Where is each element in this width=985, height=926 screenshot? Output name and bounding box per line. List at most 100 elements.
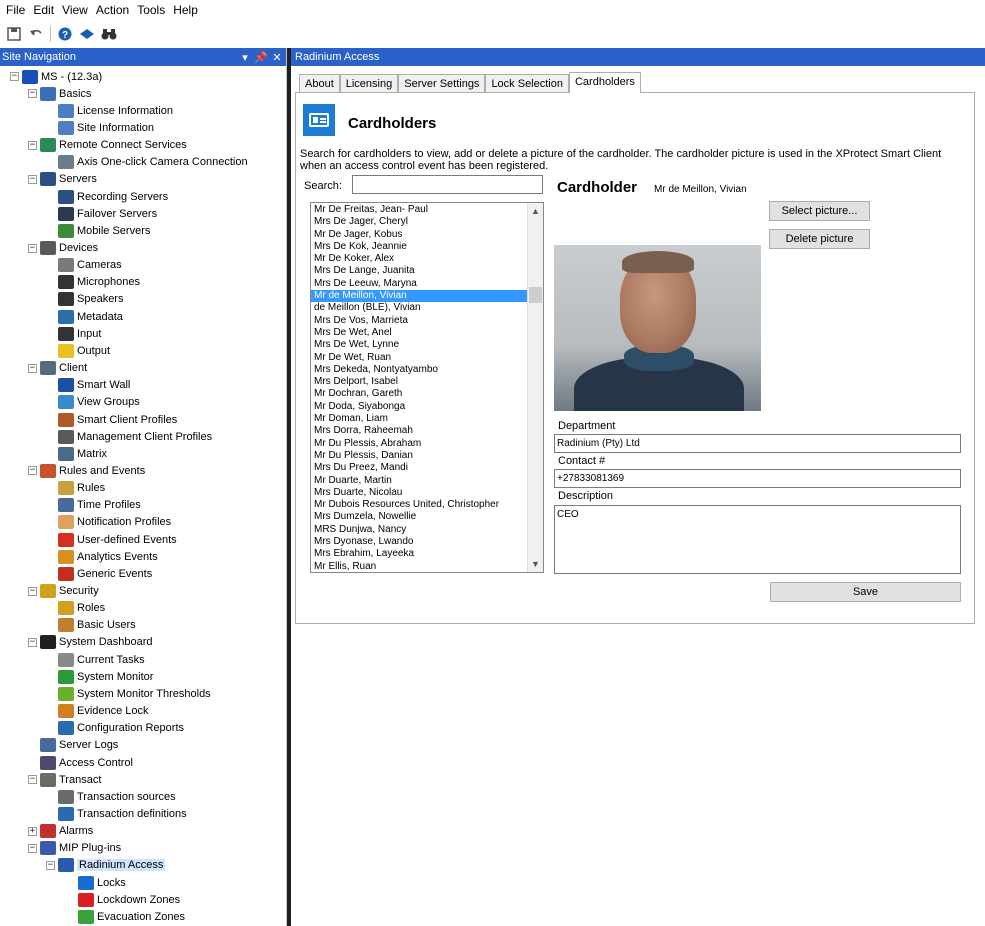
tree-item-analytics-events[interactable]: Analytics Events <box>58 548 158 565</box>
list-item[interactable]: Mr Dubois Resources United, Christopher <box>311 499 529 511</box>
contact-field[interactable]: +27833081369 <box>554 469 961 488</box>
delete-picture-button[interactable]: Delete picture <box>769 229 870 249</box>
tree-item-evacuation-zones[interactable]: Evacuation Zones <box>78 908 185 925</box>
tree-item-current-tasks[interactable]: Current Tasks <box>58 651 145 668</box>
tree-item-license-information[interactable]: License Information <box>58 102 173 119</box>
tab-lock-selection[interactable]: Lock Selection <box>485 74 569 93</box>
collapse-icon[interactable]: − <box>28 140 37 150</box>
binoculars-icon[interactable] <box>101 26 117 42</box>
tree-item-mip-plug-ins[interactable]: − MIP Plug-ins <box>28 840 121 857</box>
tree-item-configuration-reports[interactable]: Configuration Reports <box>58 720 184 737</box>
list-item[interactable]: Mr Du Plessis, Danian <box>311 450 529 462</box>
tree-item-ms-12-3a[interactable]: − MS - (12.3a) <box>10 68 102 85</box>
list-item[interactable]: Mr Doda, Siyabonga <box>311 401 529 413</box>
collapse-icon[interactable]: − <box>28 843 37 853</box>
tab-cardholders[interactable]: Cardholders <box>568 72 641 93</box>
list-item[interactable]: Mr De Jager, Kobus <box>311 229 529 241</box>
tree-item-microphones[interactable]: Microphones <box>58 274 140 291</box>
scroll-down-icon[interactable]: ▼ <box>528 556 543 572</box>
list-item[interactable]: Mrs Delport, Isabel <box>311 376 529 388</box>
list-item[interactable]: Mrs De Vos, Marrieta <box>311 315 529 327</box>
list-item[interactable]: Mrs De Jager, Cheryl <box>311 216 529 228</box>
tree-item-smart-wall[interactable]: Smart Wall <box>58 377 130 394</box>
list-item[interactable]: MRS Dunjwa, Nancy <box>311 524 529 536</box>
help-icon[interactable]: ? <box>57 26 73 42</box>
tree-item-basics[interactable]: − Basics <box>28 85 91 102</box>
tree-item-generic-events[interactable]: Generic Events <box>58 565 152 582</box>
tree-item-cameras[interactable]: Cameras <box>58 257 122 274</box>
list-item[interactable]: Mrs Dyonase, Lwando <box>311 536 529 548</box>
tab-server-settings[interactable]: Server Settings <box>398 74 486 93</box>
list-item[interactable]: Mr De Wet, Ruan <box>311 352 529 364</box>
tree-item-notification-profiles[interactable]: Notification Profiles <box>58 514 171 531</box>
list-item[interactable]: Mrs De Wet, Lynne <box>311 339 529 351</box>
export-icon[interactable] <box>79 26 95 42</box>
tree-item-transact[interactable]: − Transact <box>28 771 101 788</box>
list-item[interactable]: Mrs Dumzela, Nowellie <box>311 511 529 523</box>
save-icon[interactable] <box>6 26 22 42</box>
tree-item-failover-servers[interactable]: Failover Servers <box>58 205 157 222</box>
tree-item-system-monitor[interactable]: System Monitor <box>58 668 153 685</box>
collapse-icon[interactable]: − <box>28 89 37 99</box>
collapse-icon[interactable]: − <box>46 860 55 870</box>
pin-icon[interactable]: 📌 <box>254 51 268 64</box>
tree-item-user-defined-events[interactable]: User-defined Events <box>58 531 177 548</box>
tree-item-time-profiles[interactable]: Time Profiles <box>58 497 141 514</box>
description-field[interactable]: CEO <box>554 505 961 574</box>
tree-item-rules[interactable]: Rules <box>58 480 105 497</box>
cardholder-list[interactable]: Mr De Freitas, Jean- Paul Mrs De Jager, C… <box>310 202 544 573</box>
list-item[interactable]: de Meillon (BLE), Vivian <box>311 302 529 314</box>
tree-item-speakers[interactable]: Speakers <box>58 291 123 308</box>
list-item[interactable]: Mrs De Wet, Anel <box>311 327 529 339</box>
close-icon[interactable]: ✕ <box>270 51 284 64</box>
department-field[interactable]: Radinium (Pty) Ltd <box>554 434 961 453</box>
collapse-icon[interactable]: − <box>28 637 37 647</box>
collapse-icon[interactable]: − <box>28 775 37 785</box>
tree-item-management-client-profiles[interactable]: Management Client Profiles <box>58 428 212 445</box>
tree-item-evidence-lock[interactable]: Evidence Lock <box>58 703 149 720</box>
tree-item-site-information[interactable]: Site Information <box>58 119 154 136</box>
tab-about[interactable]: About <box>299 74 340 93</box>
tree-item-axis-one-click-camera-connection[interactable]: Axis One-click Camera Connection <box>58 154 248 171</box>
tree-item-lockdown-zones[interactable]: Lockdown Zones <box>78 891 180 908</box>
save-button[interactable]: Save <box>770 582 961 602</box>
tree-item-devices[interactable]: − Devices <box>28 240 98 257</box>
menu-action[interactable]: Action <box>96 3 129 17</box>
list-item[interactable]: Mrs Dorra, Raheemah <box>311 425 529 437</box>
undo-icon[interactable] <box>28 26 44 42</box>
list-item[interactable]: Mrs Du Preez, Mandi <box>311 462 529 474</box>
tree-item-basic-users[interactable]: Basic Users <box>58 617 136 634</box>
tree-item-metadata[interactable]: Metadata <box>58 308 123 325</box>
list-item[interactable]: Mr Ellis, Ruan <box>311 561 529 572</box>
list-item[interactable]: Mrs De Kok, Jeannie <box>311 241 529 253</box>
collapse-icon[interactable]: − <box>28 243 37 253</box>
list-scrollbar[interactable]: ▲ ▼ <box>527 203 543 572</box>
tree-item-access-control[interactable]: Access Control <box>40 754 133 771</box>
tree-item-roles[interactable]: Roles <box>58 600 105 617</box>
tree-item-servers[interactable]: − Servers <box>28 171 97 188</box>
tree-item-alarms[interactable]: + Alarms <box>28 823 93 840</box>
tree-item-transaction-definitions[interactable]: Transaction definitions <box>58 805 187 822</box>
list-item[interactable]: Mr Du Plessis, Abraham <box>311 438 529 450</box>
list-item[interactable]: Mr Duarte, Martin <box>311 475 529 487</box>
menu-edit[interactable]: Edit <box>33 3 54 17</box>
tree-item-matrix[interactable]: Matrix <box>58 445 107 462</box>
list-item[interactable]: Mr De Freitas, Jean- Paul <box>311 204 529 216</box>
select-picture-button[interactable]: Select picture... <box>769 201 870 221</box>
list-item[interactable]: Mrs De Leeuw, Maryna <box>311 278 529 290</box>
scroll-up-icon[interactable]: ▲ <box>528 203 543 219</box>
tree-item-recording-servers[interactable]: Recording Servers <box>58 188 168 205</box>
tree-item-input[interactable]: Input <box>58 325 101 342</box>
expand-icon[interactable]: + <box>28 826 37 836</box>
search-input[interactable] <box>352 175 543 194</box>
tree-item-system-monitor-thresholds[interactable]: System Monitor Thresholds <box>58 685 211 702</box>
menu-tools[interactable]: Tools <box>137 3 165 17</box>
tree-item-locks[interactable]: Locks <box>78 874 126 891</box>
list-item[interactable]: Mrs Duarte, Nicolau <box>311 487 529 499</box>
list-item[interactable]: Mr Doman, Liam <box>311 413 529 425</box>
scroll-thumb[interactable] <box>529 287 542 303</box>
list-item[interactable]: Mrs Ebrahim, Layeeka <box>311 548 529 560</box>
dropdown-icon[interactable]: ▾ <box>238 51 252 64</box>
menu-help[interactable]: Help <box>173 3 198 17</box>
menu-file[interactable]: File <box>6 3 25 17</box>
